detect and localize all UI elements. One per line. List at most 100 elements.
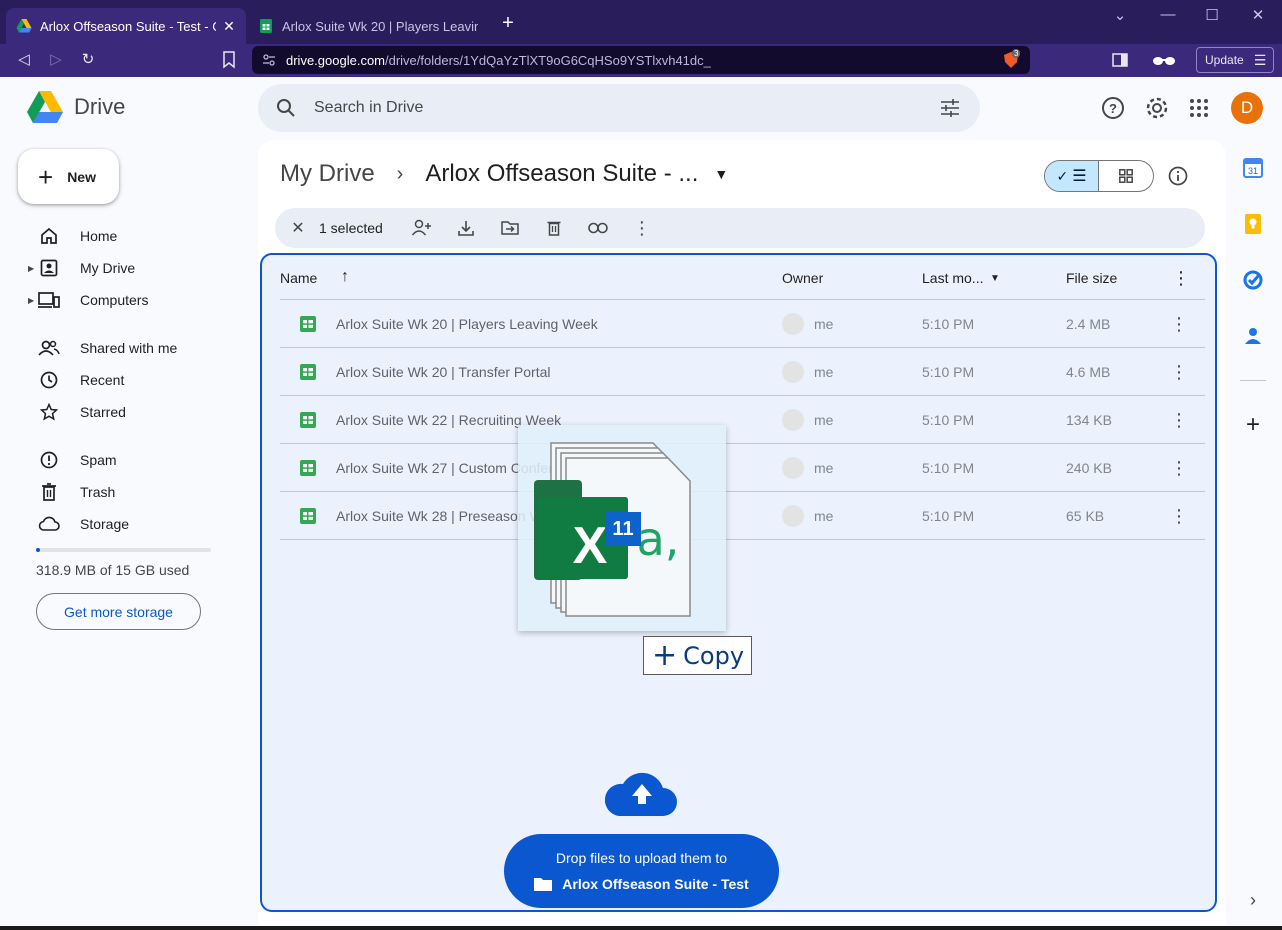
sidebar-item-trash[interactable]: Trash: [28, 476, 228, 508]
people-icon: [38, 338, 60, 358]
share-person-add-icon[interactable]: [411, 217, 433, 239]
column-options-icon[interactable]: ⋮: [1172, 268, 1190, 289]
brave-shields-icon[interactable]: 3: [1002, 49, 1021, 69]
close-window-icon[interactable]: ✕: [1248, 6, 1268, 24]
file-modified: 5:10 PM: [922, 508, 975, 524]
new-button[interactable]: + New: [18, 149, 119, 204]
bookmark-icon[interactable]: [222, 51, 236, 69]
tab-search-chevron-icon[interactable]: ⌄: [1110, 6, 1130, 24]
table-row[interactable]: Arlox Suite Wk 22 | Recruiting Week me 5:1…: [280, 396, 1205, 444]
file-owner: me: [814, 508, 834, 524]
chevron-right-icon: ›: [396, 162, 404, 185]
breadcrumb-my-drive[interactable]: My Drive: [280, 160, 375, 188]
help-icon[interactable]: ?: [1101, 96, 1125, 120]
forward-icon[interactable]: ▷: [46, 50, 66, 70]
more-actions-icon[interactable]: ⋮: [631, 217, 653, 239]
sidebar-toggle-icon[interactable]: [1112, 52, 1128, 68]
reload-icon[interactable]: ↻: [78, 50, 98, 70]
owner-avatar-icon: [782, 457, 804, 479]
back-icon[interactable]: ◁: [14, 50, 34, 70]
cloud-upload-icon: [605, 772, 677, 816]
column-header-modified[interactable]: Last mo...: [922, 270, 983, 286]
search-input[interactable]: Search in Drive: [314, 99, 423, 117]
search-icon[interactable]: [276, 98, 296, 118]
maximize-icon[interactable]: ☐: [1202, 6, 1222, 24]
expand-caret-icon[interactable]: ▶: [28, 264, 38, 273]
google-drive-logo-icon: [27, 91, 63, 123]
account-avatar[interactable]: D: [1231, 92, 1263, 124]
row-more-actions-icon[interactable]: ⋮: [1170, 314, 1188, 334]
grid-view-button[interactable]: [1099, 161, 1153, 191]
drive-logo-text: Drive: [74, 94, 126, 119]
table-row[interactable]: Arlox Suite Wk 20 | Transfer Portal me 5:1…: [280, 348, 1205, 396]
expand-panel-chevron-icon[interactable]: ›: [1242, 890, 1264, 912]
table-row[interactable]: Arlox Suite Wk 20 | Players Leaving Week…: [280, 300, 1205, 348]
sidebar-item-my-drive[interactable]: ▶ My Drive: [28, 252, 228, 284]
tab-sheet[interactable]: Arlox Suite Wk 20 | Players Leaving Week: [248, 8, 488, 44]
file-size: 4.6 MB: [1066, 364, 1111, 380]
browser-toolbar: ◁ ▷ ↻ drive.google.com/drive/folders/1Yd…: [0, 44, 1282, 77]
url-host: drive.google.com: [286, 52, 385, 68]
copy-label: Copy: [683, 641, 745, 670]
modified-dropdown-icon[interactable]: ▼: [990, 273, 1000, 284]
expand-caret-icon[interactable]: ▶: [28, 296, 38, 305]
sidebar-item-spam[interactable]: Spam: [28, 444, 228, 476]
add-addon-plus-icon[interactable]: +: [1242, 413, 1264, 437]
close-tab-icon[interactable]: ✕: [222, 18, 236, 35]
copy-link-icon[interactable]: [587, 217, 609, 239]
column-header-owner[interactable]: Owner: [782, 270, 823, 286]
drive-logo[interactable]: Drive: [26, 90, 125, 124]
row-more-actions-icon[interactable]: ⋮: [1170, 362, 1188, 382]
new-tab-button[interactable]: +: [496, 12, 520, 35]
google-apps-icon[interactable]: [1187, 96, 1211, 120]
sidebar-item-computers[interactable]: ▶ Computers: [28, 284, 228, 316]
get-more-storage-button[interactable]: Get more storage: [36, 593, 201, 630]
settings-gear-icon[interactable]: [1145, 96, 1169, 120]
column-header-size[interactable]: File size: [1066, 270, 1117, 286]
sidebar-item-recent[interactable]: Recent: [28, 364, 228, 396]
table-row[interactable]: Arlox Suite Wk 28 | Preseason Week me 5:10…: [280, 492, 1205, 540]
search-bar[interactable]: Search in Drive: [258, 84, 980, 132]
site-info-icon[interactable]: [262, 53, 276, 67]
tab-title: Arlox Offseason Suite - Test - Google Dr…: [40, 18, 216, 34]
minimize-icon[interactable]: —: [1158, 6, 1178, 23]
folder-icon: [534, 878, 553, 891]
tasks-icon[interactable]: [1242, 269, 1264, 291]
sort-arrow-up-icon[interactable]: ↑: [341, 268, 349, 286]
row-more-actions-icon[interactable]: ⋮: [1170, 458, 1188, 478]
tab-drive[interactable]: Arlox Offseason Suite - Test - Google Dr…: [6, 8, 246, 44]
file-name[interactable]: Arlox Suite Wk 20 | Transfer Portal: [336, 364, 551, 380]
info-icon[interactable]: [1168, 166, 1188, 186]
file-size: 65 KB: [1066, 508, 1105, 524]
private-glasses-icon[interactable]: [1152, 53, 1176, 67]
sidebar-item-shared[interactable]: Shared with me: [28, 332, 228, 364]
sidebar-item-label: Shared with me: [80, 340, 178, 356]
list-view-button[interactable]: ✓ ☰: [1045, 161, 1100, 191]
column-header-name[interactable]: Name: [280, 270, 317, 286]
sidebar-item-home[interactable]: Home: [28, 220, 228, 252]
owner-avatar-icon: [782, 313, 804, 335]
google-sheets-favicon-icon: [260, 19, 272, 33]
search-options-icon[interactable]: [940, 98, 960, 118]
contacts-icon[interactable]: [1242, 325, 1264, 347]
sidebar-item-storage[interactable]: Storage: [28, 508, 228, 540]
keep-icon[interactable]: [1242, 213, 1264, 235]
table-row[interactable]: Arlox Suite Wk 27 | Custom Conferences W…: [280, 444, 1205, 492]
storage-progress-bar: [36, 548, 211, 552]
delete-icon[interactable]: [543, 217, 565, 239]
move-to-folder-icon[interactable]: [499, 217, 521, 239]
sidebar-item-starred[interactable]: Starred: [28, 396, 228, 428]
row-more-actions-icon[interactable]: ⋮: [1170, 410, 1188, 430]
breadcrumb-current-folder[interactable]: Arlox Offseason Suite - ...: [425, 160, 698, 188]
address-bar[interactable]: drive.google.com/drive/folders/1YdQaYzTl…: [252, 46, 1030, 74]
update-button[interactable]: Update ☰: [1196, 47, 1274, 73]
url-path: /drive/folders/1YdQaYzTlXT9oG6CqHSo9YSTl…: [385, 52, 711, 68]
clear-selection-icon[interactable]: ✕: [287, 217, 309, 239]
calendar-icon[interactable]: 31: [1242, 157, 1264, 179]
download-icon[interactable]: [455, 217, 477, 239]
folder-dropdown-icon[interactable]: ▼: [714, 166, 728, 182]
owner-avatar-icon: [782, 505, 804, 527]
row-more-actions-icon[interactable]: ⋮: [1170, 506, 1188, 526]
plus-icon: +: [652, 638, 678, 673]
file-name[interactable]: Arlox Suite Wk 20 | Players Leaving Week: [336, 316, 598, 332]
